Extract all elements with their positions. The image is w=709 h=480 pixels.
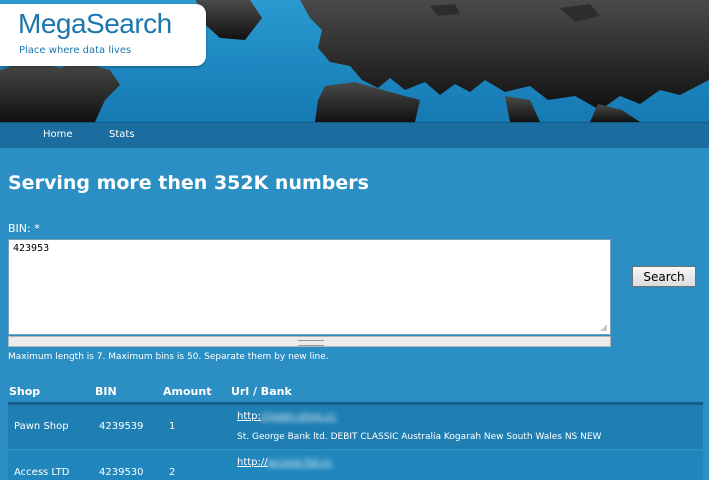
cell-amount: 1	[169, 421, 176, 432]
bin-label: BIN: *	[8, 222, 40, 235]
nav-bar: Home Stats	[0, 122, 709, 148]
url-redacted: access-ltd.cc	[267, 457, 333, 468]
page-title: Serving more then 352K numbers	[8, 172, 369, 194]
nav-item-stats[interactable]: Stats	[109, 129, 135, 140]
shop-url-link[interactable]: http://pawn-shop.cc	[237, 411, 336, 422]
bin-input-container: 423953	[8, 239, 611, 335]
column-header-url-bank[interactable]: Url / Bank	[231, 385, 292, 398]
cell-shop: Access LTD	[14, 467, 70, 478]
cell-bank: St. George Bank ltd. DEBIT CLASSIC Austr…	[237, 432, 602, 442]
bin-input[interactable]: 423953	[9, 240, 610, 334]
cell-bin: 4239530	[99, 467, 144, 478]
cell-amount: 2	[169, 467, 176, 478]
textarea-resize-handle[interactable]	[8, 336, 611, 347]
resize-grip-icon[interactable]	[599, 323, 608, 332]
url-prefix: http:	[237, 411, 261, 422]
cell-shop: Pawn Shop	[14, 421, 69, 432]
logo-tagline: Place where data lives	[19, 45, 132, 56]
drag-handle-icon	[298, 340, 324, 346]
search-button[interactable]: Search	[632, 266, 696, 287]
helper-text: Maximum length is 7. Maximum bins is 50.…	[8, 352, 329, 362]
nav-item-home[interactable]: Home	[43, 129, 73, 140]
url-redacted: //pawn-shop.cc	[260, 411, 337, 422]
logo-title: MegaSearch	[18, 8, 172, 39]
column-header-amount[interactable]: Amount	[163, 385, 211, 398]
shop-url-link[interactable]: http://access-ltd.cc	[237, 457, 332, 468]
logo[interactable]: MegaSearch Place where data lives	[0, 4, 206, 66]
url-prefix: http://	[237, 457, 268, 468]
cell-bin: 4239539	[99, 421, 144, 432]
header-banner: MegaSearch Place where data lives	[0, 0, 709, 122]
table-row[interactable]: Access LTD 4239530 2 http://access-ltd.c…	[8, 451, 703, 480]
column-header-shop[interactable]: Shop	[9, 385, 40, 398]
column-header-bin[interactable]: BIN	[95, 385, 117, 398]
table-row[interactable]: Pawn Shop 4239539 1 http://pawn-shop.cc …	[8, 405, 703, 449]
